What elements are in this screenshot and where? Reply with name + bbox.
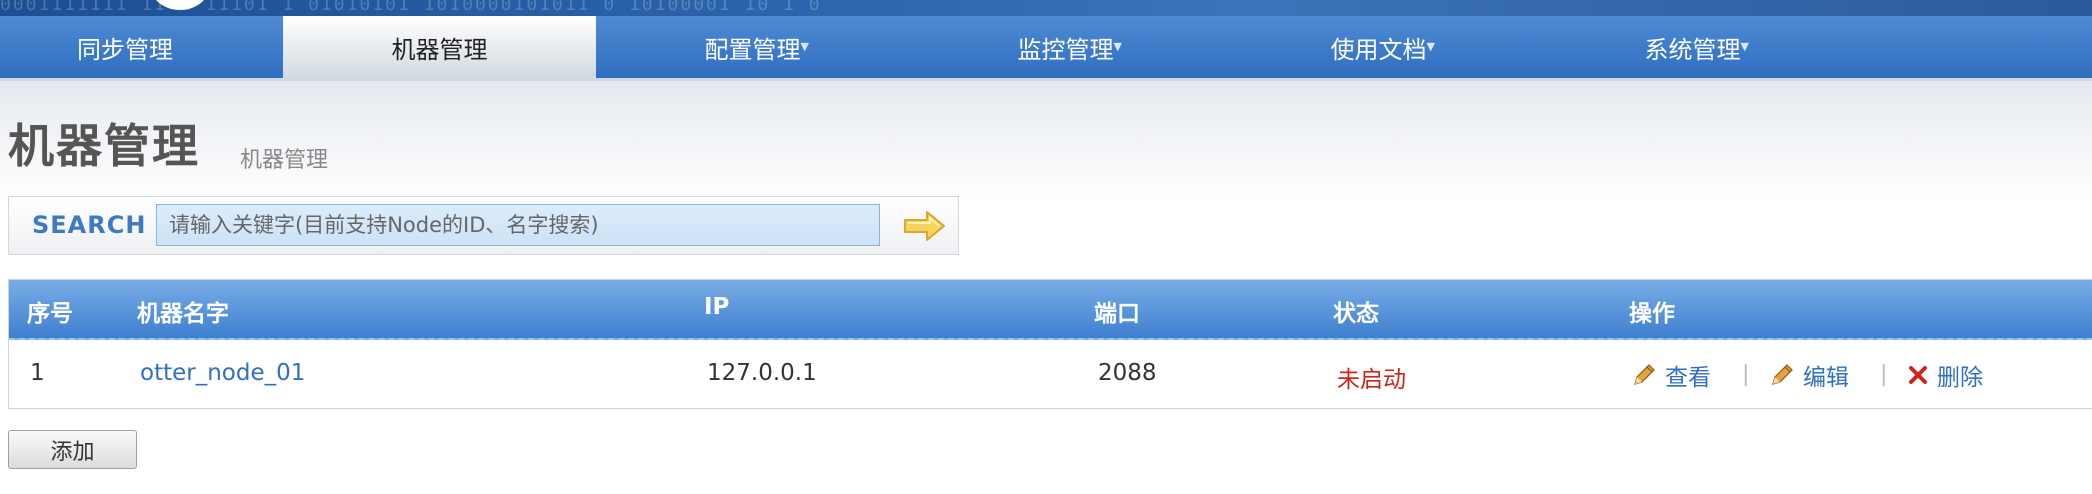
action-separator: | <box>1742 362 1750 387</box>
column-header-name: 机器名字 <box>137 301 229 327</box>
delete-x-icon <box>1909 366 1927 384</box>
nav-item-label: 机器管理 <box>391 35 488 64</box>
nav-item-docs[interactable]: 使用文档 ▼ <box>1222 16 1535 78</box>
arrow-right-icon[interactable] <box>903 209 947 243</box>
column-header-index: 序号 <box>27 301 73 327</box>
delete-button[interactable]: 删除 <box>1907 358 1983 392</box>
chevron-down-icon: ▼ <box>1426 40 1435 53</box>
pencil-icon <box>1772 364 1793 385</box>
machine-name-link[interactable]: otter_node_01 <box>140 360 305 386</box>
nav-item-system[interactable]: 系统管理 ▼ <box>1536 16 1849 78</box>
add-button[interactable]: 添加 <box>8 430 137 469</box>
table-header: 序号 机器名字 IP 端口 状态 操作 <box>9 280 2092 340</box>
nav-item-machine[interactable]: 机器管理 <box>283 16 596 78</box>
nav-item-label: 监控管理 <box>1017 35 1114 64</box>
nav-item-sync[interactable]: 同步管理 <box>0 16 250 78</box>
delete-label: 删除 <box>1937 365 1983 391</box>
nav-item-label: 同步管理 <box>77 35 173 64</box>
search-input[interactable] <box>156 204 880 246</box>
title-area <box>0 81 2092 201</box>
view-label: 查看 <box>1665 365 1711 391</box>
column-header-ip: IP <box>704 294 730 320</box>
table-row: 1 otter_node_01 127.0.0.1 2088 未启动 查看 | … <box>9 340 2092 408</box>
pencil-icon <box>1634 364 1655 385</box>
nav-item-monitor[interactable]: 监控管理 ▼ <box>909 16 1222 78</box>
nav-item-label: 系统管理 <box>1644 35 1741 64</box>
search-bar: SEARCH <box>8 196 959 255</box>
row-ip: 127.0.0.1 <box>707 360 817 386</box>
search-label: SEARCH <box>32 211 147 239</box>
machine-table: 序号 机器名字 IP 端口 状态 操作 1 otter_node_01 127.… <box>8 279 2092 409</box>
banner-binary-pattern: 0001111111 11 1 11101 1 01010101 1010000… <box>0 0 822 15</box>
edit-label: 编辑 <box>1803 365 1849 391</box>
row-port: 2088 <box>1098 360 1157 386</box>
edit-button[interactable]: 编辑 <box>1769 358 1849 392</box>
header-banner: 0001111111 11 1 11101 1 01010101 1010000… <box>0 0 2092 16</box>
chevron-down-icon: ▼ <box>1113 40 1122 53</box>
page-title: 机器管理 <box>8 119 200 173</box>
status-badge: 未启动 <box>1337 367 1406 393</box>
view-button[interactable]: 查看 <box>1631 358 1711 392</box>
column-header-status: 状态 <box>1333 301 1379 327</box>
action-separator: | <box>1880 362 1888 387</box>
nav-item-label: 使用文档 <box>1330 35 1427 64</box>
nav-item-config[interactable]: 配置管理 ▼ <box>596 16 909 78</box>
nav-item-label: 配置管理 <box>704 35 801 64</box>
chevron-down-icon: ▼ <box>800 40 809 53</box>
column-header-port: 端口 <box>1094 301 1140 327</box>
row-index: 1 <box>30 360 45 386</box>
column-header-actions: 操作 <box>1629 301 1675 327</box>
chevron-down-icon: ▼ <box>1740 40 1749 53</box>
main-nav: 同步管理 机器管理 配置管理 ▼ 监控管理 ▼ 使用文档 ▼ 系统管理 ▼ <box>0 16 2092 81</box>
page-subtitle: 机器管理 <box>240 148 329 173</box>
